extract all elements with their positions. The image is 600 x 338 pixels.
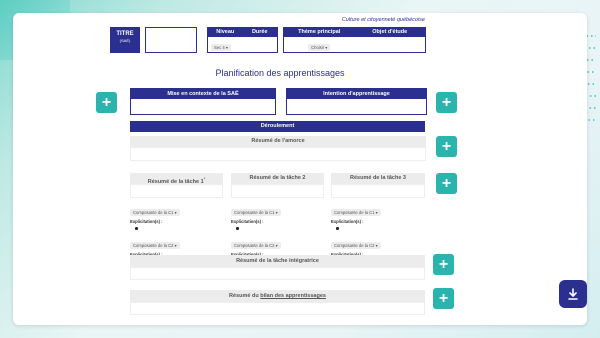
page-title: Planification des apprentissages bbox=[215, 68, 345, 78]
c1-bullet bbox=[336, 227, 339, 230]
title-input[interactable] bbox=[145, 27, 197, 53]
c2-select[interactable]: Composante de la C2 ▾ bbox=[231, 241, 281, 249]
theme-objet-table: Thème principal Objet d'étude Choisir ▾ bbox=[283, 27, 426, 53]
amorce-header: Résumé de l'amorce bbox=[130, 136, 426, 147]
mise-en-contexte-header: Mise en contexte de la SAÉ bbox=[131, 89, 275, 99]
add-right-button-2[interactable]: + bbox=[436, 136, 457, 157]
c2-select[interactable]: Composante de la C2 ▾ bbox=[331, 241, 381, 249]
add-left-button[interactable]: + bbox=[96, 92, 117, 113]
tache-3-header: Résumé de la tâche 3 bbox=[331, 173, 425, 184]
title-label: TITRE bbox=[116, 31, 134, 37]
add-right-button-4[interactable]: + bbox=[433, 254, 454, 275]
title-label-box: TITRE (SAÉ) bbox=[110, 27, 140, 53]
amorce-input[interactable] bbox=[130, 147, 426, 161]
add-right-button-3[interactable]: + bbox=[436, 173, 457, 194]
intention-header: Intention d'apprentissage bbox=[287, 89, 426, 99]
bilan-header: Résumé du bilan des apprentissages bbox=[130, 290, 425, 302]
tache-2-input[interactable] bbox=[231, 184, 324, 198]
tache-1-header: Résumé de la tâche 1* bbox=[130, 173, 223, 185]
c1-explicitation-label: Explicitation(s) : bbox=[130, 219, 163, 224]
download-icon bbox=[568, 288, 578, 300]
niveau-duree-table: Niveau Durée Sec 4 ▾ bbox=[207, 27, 278, 53]
tache-3-input[interactable] bbox=[331, 184, 425, 198]
c1-select[interactable]: Composante de la C1 ▾ bbox=[331, 209, 381, 216]
theme-select[interactable]: Choisir ▾ bbox=[308, 43, 331, 51]
title-sub: (SAÉ) bbox=[119, 38, 131, 43]
download-button[interactable] bbox=[559, 280, 587, 308]
mise-en-contexte-input[interactable] bbox=[131, 99, 275, 114]
bilan-link[interactable]: bilan des apprentissages bbox=[260, 293, 326, 299]
add-right-button-1[interactable]: + bbox=[436, 92, 457, 113]
c1-bullet bbox=[236, 227, 239, 230]
niveau-select[interactable]: Sec 4 ▾ bbox=[211, 43, 231, 51]
tache-2-header: Résumé de la tâche 2 bbox=[231, 173, 324, 184]
c1-select[interactable]: Composante de la C1 ▾ bbox=[231, 209, 281, 216]
c1-select[interactable]: Composante de la C1 ▾ bbox=[130, 209, 180, 216]
c1-explicitation-label: Explicitation(s) : bbox=[231, 219, 264, 224]
integratrice-input[interactable] bbox=[130, 267, 425, 280]
subject-label: Culture et citoyenneté québécoise bbox=[341, 17, 425, 23]
planning-card: TITRE (SAÉ) Niveau Durée Sec 4 ▾ Thème p… bbox=[13, 13, 587, 325]
tache-1-competences: Composante de la C1 ▾ Explicitation(s) :… bbox=[130, 201, 223, 262]
add-right-button-5[interactable]: + bbox=[433, 288, 454, 309]
c2-select[interactable]: Composante de la C2 ▾ bbox=[130, 241, 180, 249]
tache-2-competences: Composante de la C1 ▾ Explicitation(s) :… bbox=[231, 201, 324, 262]
tache-1-input[interactable] bbox=[130, 184, 223, 198]
deroulement-header: Déroulement bbox=[130, 121, 425, 132]
bilan-input[interactable] bbox=[130, 302, 425, 315]
objet-header: Objet d'étude bbox=[372, 29, 408, 35]
intention-input[interactable] bbox=[287, 99, 426, 114]
tache-3-competences: Composante de la C1 ▾ Explicitation(s) :… bbox=[331, 201, 425, 262]
c1-explicitation-label: Explicitation(s) : bbox=[331, 219, 364, 224]
intention-box: Intention d'apprentissage bbox=[286, 88, 427, 115]
duree-header: Durée bbox=[251, 29, 268, 35]
integratrice-header: Résumé de la tâche intégratrice bbox=[130, 255, 425, 267]
mise-en-contexte-box: Mise en contexte de la SAÉ bbox=[130, 88, 276, 115]
c1-bullet bbox=[135, 227, 138, 230]
